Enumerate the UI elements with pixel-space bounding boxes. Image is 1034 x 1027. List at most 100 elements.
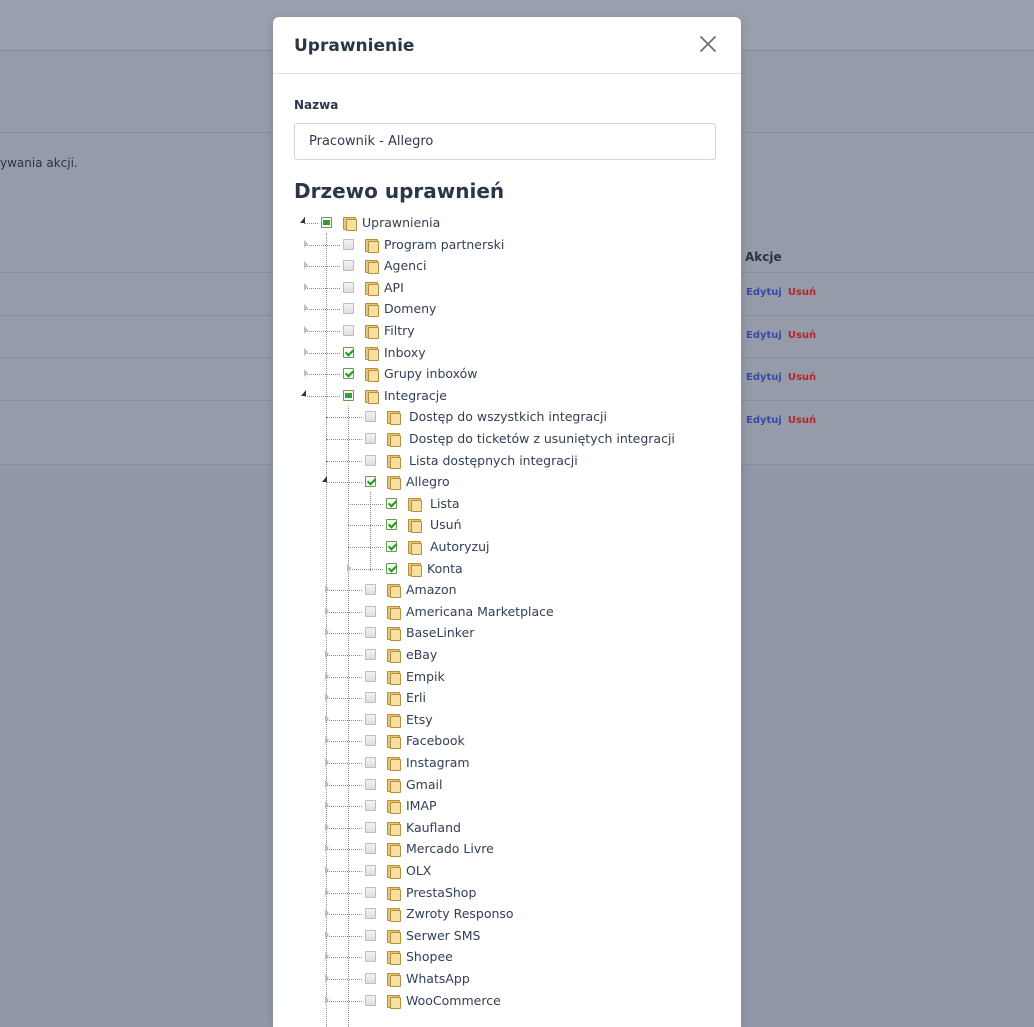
tree-node[interactable]: Gmail xyxy=(273,775,741,795)
expand-toggle-icon[interactable] xyxy=(325,736,329,745)
tree-node-label[interactable]: eBay xyxy=(406,647,437,662)
tree-node[interactable]: Domeny xyxy=(273,299,741,319)
tree-node[interactable]: OLX xyxy=(273,861,741,881)
checkbox-icon[interactable] xyxy=(365,649,376,660)
checkbox-icon[interactable] xyxy=(386,519,397,531)
tree-node-label[interactable]: Kaufland xyxy=(406,820,461,835)
tree-node-label[interactable]: Integracje xyxy=(384,388,447,403)
tree-node[interactable]: Program partnerski xyxy=(273,235,741,255)
edit-link[interactable]: Edytuj xyxy=(746,415,782,426)
expand-toggle-icon[interactable] xyxy=(325,693,329,702)
expand-toggle-icon[interactable] xyxy=(325,930,329,939)
expand-toggle-icon[interactable] xyxy=(325,952,329,961)
tree-node-label[interactable]: Program partnerski xyxy=(384,237,504,252)
checkbox-icon[interactable] xyxy=(365,821,376,833)
checkbox-icon[interactable] xyxy=(343,389,354,401)
tree-node[interactable]: WooCommerce xyxy=(273,991,741,1011)
expand-toggle-icon[interactable] xyxy=(325,714,329,723)
tree-node[interactable]: Erli xyxy=(273,688,741,708)
tree-node-label[interactable]: WhatsApp xyxy=(406,971,470,986)
checkbox-icon[interactable] xyxy=(343,325,354,336)
tree-node-label[interactable]: Serwer SMS xyxy=(406,928,480,943)
checkbox-icon[interactable] xyxy=(365,778,376,790)
tree-node[interactable]: Uprawnienia xyxy=(273,213,741,233)
checkbox-icon[interactable] xyxy=(365,757,376,768)
checkbox-icon[interactable] xyxy=(365,908,376,920)
tree-node-label[interactable]: Facebook xyxy=(406,733,465,748)
expand-toggle-icon[interactable] xyxy=(325,887,329,896)
expand-toggle-icon[interactable] xyxy=(325,628,329,637)
checkbox-icon[interactable] xyxy=(365,454,376,466)
collapse-toggle-icon[interactable] xyxy=(301,389,306,396)
expand-toggle-icon[interactable] xyxy=(304,282,308,291)
tree-node[interactable]: Facebook xyxy=(273,731,741,751)
checkbox-icon[interactable] xyxy=(365,584,376,596)
checkbox-icon[interactable] xyxy=(365,692,376,704)
tree-node-label[interactable]: Etsy xyxy=(406,712,433,727)
expand-toggle-icon[interactable] xyxy=(325,974,329,982)
checkbox-icon[interactable] xyxy=(343,281,354,293)
tree-node[interactable]: Grupy inboxów xyxy=(273,364,741,384)
tree-node-label[interactable]: Allegro xyxy=(406,474,450,489)
tree-node[interactable]: Empik xyxy=(273,667,741,687)
expand-toggle-icon[interactable] xyxy=(325,758,329,766)
expand-toggle-icon[interactable] xyxy=(325,866,329,874)
tree-node-label[interactable]: Mercado Livre xyxy=(406,841,494,856)
tree-node[interactable]: eBay xyxy=(273,645,741,665)
delete-link[interactable]: Usuń xyxy=(788,287,816,298)
checkbox-icon[interactable] xyxy=(365,800,376,812)
tree-node[interactable]: Amazon xyxy=(273,580,741,600)
tree-node[interactable]: Kaufland xyxy=(273,818,741,838)
expand-toggle-icon[interactable] xyxy=(304,239,308,248)
tree-node-label[interactable]: API xyxy=(384,280,404,295)
checkbox-icon[interactable] xyxy=(321,217,332,228)
checkbox-icon[interactable] xyxy=(343,260,354,272)
edit-link[interactable]: Edytuj xyxy=(746,372,782,383)
collapse-toggle-icon[interactable] xyxy=(300,217,305,223)
checkbox-icon[interactable] xyxy=(365,670,376,682)
tree-node-label[interactable]: Agenci xyxy=(384,258,426,273)
tree-node[interactable]: Americana Marketplace xyxy=(273,602,741,622)
tree-node-label[interactable]: Americana Marketplace xyxy=(406,604,554,619)
expand-toggle-icon[interactable] xyxy=(325,650,329,658)
expand-toggle-icon[interactable] xyxy=(304,369,308,378)
tree-node[interactable]: Filtry xyxy=(273,321,741,341)
tree-node[interactable]: Dostęp do ticketów z usuniętych integrac… xyxy=(273,429,741,449)
checkbox-icon[interactable] xyxy=(365,994,376,1006)
tree-node-label[interactable]: Filtry xyxy=(384,323,415,338)
tree-node[interactable]: Dostęp do wszystkich integracji xyxy=(273,407,741,427)
checkbox-icon[interactable] xyxy=(343,238,354,250)
tree-node-label[interactable]: Erli xyxy=(406,690,426,705)
tree-node[interactable]: Instagram xyxy=(273,753,741,773)
tree-node-label[interactable]: IMAP xyxy=(406,798,437,813)
tree-node[interactable]: Autoryzuj xyxy=(273,537,741,557)
checkbox-icon[interactable] xyxy=(386,541,397,552)
expand-toggle-icon[interactable] xyxy=(325,844,329,853)
checkbox-icon[interactable] xyxy=(365,605,376,617)
checkbox-icon[interactable] xyxy=(365,433,376,444)
tree-node[interactable]: Agenci xyxy=(273,256,741,276)
tree-node-label[interactable]: BaseLinker xyxy=(406,625,474,640)
checkbox-icon[interactable] xyxy=(365,973,376,984)
expand-toggle-icon[interactable] xyxy=(325,909,329,918)
tree-node[interactable]: Serwer SMS xyxy=(273,926,741,946)
tree-node-label[interactable]: Lista dostępnych integracji xyxy=(409,453,578,468)
expand-toggle-icon[interactable] xyxy=(325,995,329,1004)
delete-link[interactable]: Usuń xyxy=(788,330,816,341)
expand-toggle-icon[interactable] xyxy=(325,671,329,680)
checkbox-icon[interactable] xyxy=(365,627,376,639)
checkbox-icon[interactable] xyxy=(365,476,376,488)
tree-node-label[interactable]: OLX xyxy=(406,863,431,878)
checkbox-icon[interactable] xyxy=(343,346,354,358)
tree-node[interactable]: BaseLinker xyxy=(273,623,741,643)
tree-node-label[interactable]: Gmail xyxy=(406,777,442,792)
checkbox-icon[interactable] xyxy=(386,497,397,509)
tree-node[interactable]: Konta xyxy=(273,559,741,579)
tree-node[interactable]: PrestaShop xyxy=(273,883,741,903)
expand-toggle-icon[interactable] xyxy=(304,304,308,313)
collapse-toggle-icon[interactable] xyxy=(322,476,327,483)
tree-node[interactable]: Lista xyxy=(273,494,741,514)
tree-node[interactable]: Lista dostępnych integracji xyxy=(273,451,741,471)
checkbox-icon[interactable] xyxy=(365,929,376,941)
tree-node[interactable]: Mercado Livre xyxy=(273,839,741,859)
